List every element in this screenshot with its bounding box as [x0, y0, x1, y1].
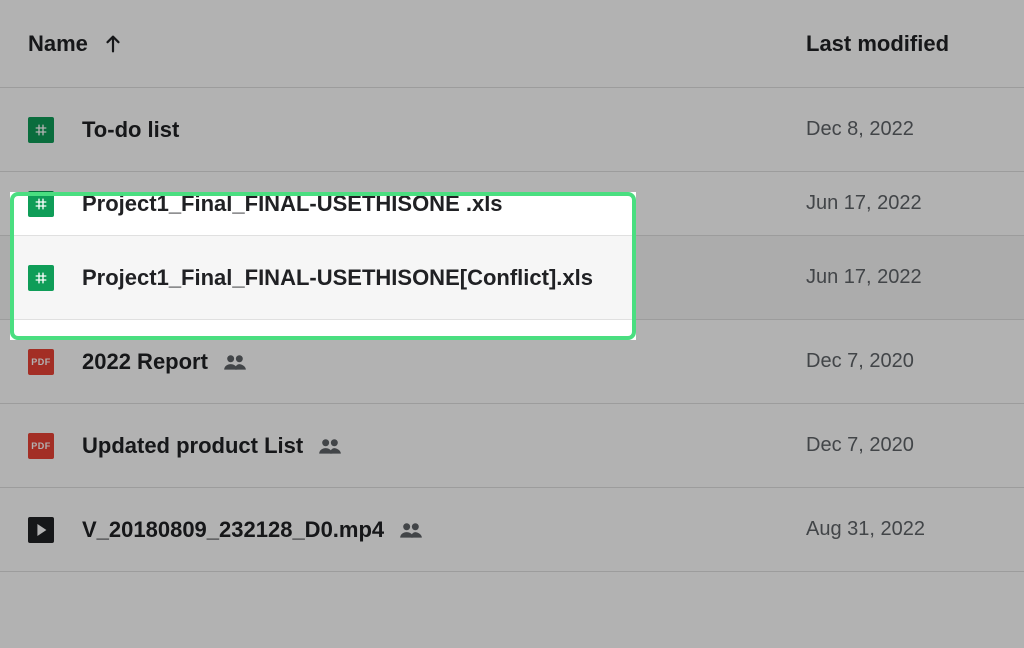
last-modified-column-header[interactable]: Last modified [806, 31, 996, 57]
file-modified-date: Dec 7, 2020 [806, 434, 914, 456]
file-row[interactable]: PDF 2022 Report Dec 7, 2020 [0, 320, 1024, 404]
last-modified-column-title: Last modified [806, 31, 949, 56]
file-modified-date: Jun 17, 2022 [806, 192, 922, 214]
pdf-icon: PDF [28, 349, 54, 375]
sheets-icon [28, 265, 54, 291]
file-name: 2022 Report [82, 349, 208, 375]
name-column-title: Name [28, 31, 88, 57]
shared-icon [222, 353, 248, 371]
file-row[interactable]: Project1_Final_FINAL-USETHISONE .xls Jun… [0, 172, 1024, 236]
file-row[interactable]: Project1_Final_FINAL-USETHISONE[Conflict… [0, 236, 1024, 320]
sheets-icon [28, 191, 54, 217]
file-modified-date: Dec 7, 2020 [806, 350, 914, 372]
file-list-table: Name Last modified To-do list Dec 8, 202… [0, 0, 1024, 648]
shared-icon [398, 521, 424, 539]
sort-ascending-icon [102, 33, 124, 55]
file-modified-date: Jun 17, 2022 [806, 266, 922, 288]
column-header-row: Name Last modified [0, 0, 1024, 88]
pdf-icon: PDF [28, 433, 54, 459]
file-name: Project1_Final_FINAL-USETHISONE[Conflict… [82, 265, 593, 291]
name-column-header[interactable]: Name [28, 31, 806, 57]
file-name: V_20180809_232128_D0.mp4 [82, 517, 384, 543]
video-icon [28, 517, 54, 543]
shared-icon [317, 437, 343, 455]
file-row[interactable]: V_20180809_232128_D0.mp4 Aug 31, 2022 [0, 488, 1024, 572]
file-modified-date: Dec 8, 2022 [806, 118, 914, 140]
sheets-icon [28, 117, 54, 143]
file-name: Updated product List [82, 433, 303, 459]
file-row[interactable]: To-do list Dec 8, 2022 [0, 88, 1024, 172]
file-modified-date: Aug 31, 2022 [806, 518, 925, 540]
file-name: Project1_Final_FINAL-USETHISONE .xls [82, 191, 503, 217]
file-name: To-do list [82, 117, 179, 143]
file-row[interactable]: PDF Updated product List Dec 7, 2020 [0, 404, 1024, 488]
